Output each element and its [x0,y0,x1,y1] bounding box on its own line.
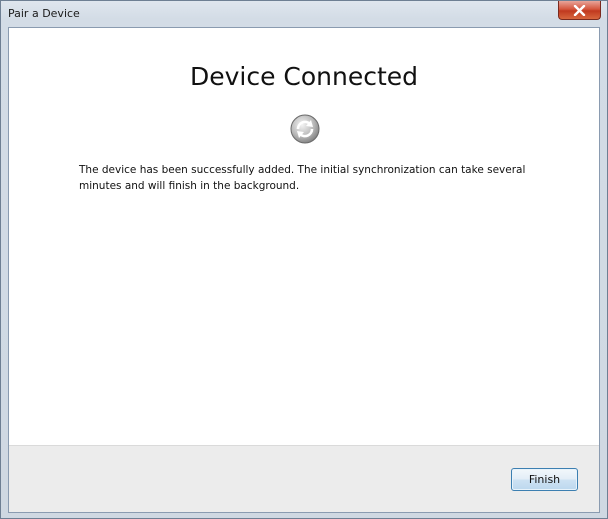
page-title: Device Connected [189,62,419,91]
close-button[interactable] [558,1,601,20]
finish-button[interactable]: Finish [511,468,578,491]
title-bar[interactable]: Pair a Device [1,1,607,27]
close-icon [573,4,586,16]
status-message: The device has been successfully added. … [79,164,526,192]
dialog-content: Device Connected The device has been suc… [8,27,600,513]
dialog-footer: Finish [9,445,599,512]
sync-icon [290,114,320,144]
window-title: Pair a Device [8,7,80,20]
pair-device-window: Pair a Device Device Connected The devic [0,0,608,519]
